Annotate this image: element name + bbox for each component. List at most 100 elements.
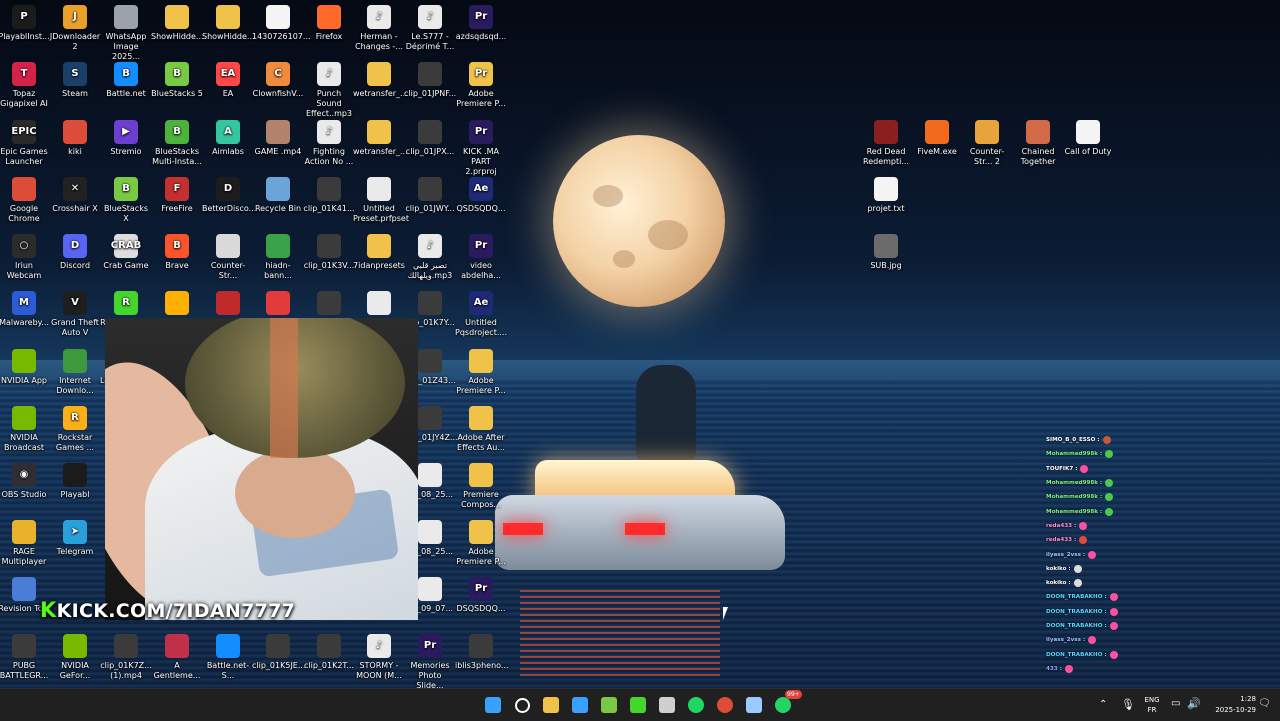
desktop-icon[interactable]: Call of Duty <box>1062 120 1114 157</box>
desktop-icon[interactable] <box>252 291 304 318</box>
desktop-icon[interactable]: ▶ Stremio <box>100 120 152 157</box>
desktop-icon[interactable]: Pr Memories Photo Slide... <box>404 634 456 691</box>
desktop-icon[interactable]: Untitled Preset.prfpset <box>353 177 409 224</box>
desktop-icon[interactable]: NVIDIA GeFor... <box>49 634 101 681</box>
chrome-icon[interactable] <box>713 693 737 717</box>
desktop-icon[interactable]: FiveM.exe <box>911 120 963 157</box>
desktop-icon[interactable]: EPIC Epic Games Launcher <box>0 120 50 167</box>
desktop-icon[interactable]: B Brave <box>151 234 203 271</box>
desktop-icon[interactable]: Battle.net-S... <box>202 634 254 681</box>
steam-icon[interactable] <box>742 693 766 717</box>
desktop-icon[interactable]: clip_01JWY... <box>404 177 456 214</box>
desktop-icon[interactable]: Firefox <box>303 5 355 42</box>
desktop-icon[interactable]: clip_01JPNF... <box>404 62 456 99</box>
desktop-icon[interactable]: SUB.jpg <box>860 234 912 271</box>
desktop-icon[interactable]: ◉ OBS Studio <box>0 463 50 500</box>
desktop-icon[interactable]: clip_01JPX... <box>404 120 456 157</box>
desktop-icon[interactable]: kiki <box>49 120 101 157</box>
desktop-icon[interactable]: B BlueStacks X <box>100 177 152 224</box>
desktop-icon[interactable]: wetransfer_... <box>353 120 408 157</box>
desktop-icon[interactable]: Ae QSDSQDQ... <box>455 177 507 214</box>
desktop-icon[interactable]: clip_01K7Z... (1).mp4 <box>100 634 152 681</box>
desktop-icon[interactable]: Ae Untitled Pqsdroject.... <box>455 291 507 338</box>
desktop-icon[interactable]: J JDownloader 2 <box>49 5 101 52</box>
desktop-icon[interactable]: Chained Together <box>1012 120 1064 167</box>
desktop-icon[interactable]: Adobe Premiere P... <box>455 520 507 567</box>
volume-icon[interactable]: 🔊 <box>1187 697 1201 710</box>
desktop-icon[interactable]: F FreeFire <box>151 177 203 214</box>
network-icon[interactable]: ▭ <box>1171 698 1180 709</box>
desktop-icon[interactable]: clip_01K5JE... <box>252 634 305 671</box>
desktop-icon[interactable]: ♪ STORMY - MOON (M... <box>353 634 405 681</box>
bluestacks-icon[interactable] <box>597 693 621 717</box>
desktop-icon[interactable]: S Steam <box>49 62 101 99</box>
desktop-icon[interactable]: wetransfer_... <box>353 62 408 99</box>
whatsapp-icon[interactable]: 99+ <box>771 690 802 717</box>
desktop-icon[interactable]: Adobe Premiere P... <box>455 349 507 396</box>
desktop-icon[interactable]: ♪ Punch Sound Effect..mp3 <box>303 62 355 119</box>
desktop-icon[interactable]: ShowHidde... <box>151 5 204 42</box>
desktop-icon[interactable]: ShowHidde... <box>202 5 255 42</box>
desktop-icon[interactable]: B Battle.net <box>100 62 152 99</box>
desktop-icon[interactable]: ♪ Herman - Changes -... <box>353 5 405 52</box>
file-explorer-icon[interactable] <box>539 693 563 717</box>
desktop-icon[interactable]: Pr azdsqdsqd... <box>455 5 507 42</box>
desktop-icon[interactable]: Pr KICK .MA PART 2.prproj <box>455 120 507 177</box>
desktop-icon[interactable]: NVIDIA App <box>0 349 50 386</box>
desktop-icon[interactable]: ➤ Telegram <box>49 520 101 557</box>
desktop-icon[interactable]: Pr Adobe Premiere P... <box>455 62 507 109</box>
desktop-icon[interactable]: A Gentleme... <box>151 634 203 681</box>
desktop-icon[interactable]: V Grand Theft Auto V <box>49 291 101 338</box>
obs-studio-icon[interactable] <box>655 693 679 717</box>
clock[interactable]: 1:28 2025-10-29 <box>1206 694 1256 716</box>
desktop-icon[interactable] <box>303 291 355 318</box>
desktop-icon[interactable]: B BlueStacks 5 <box>151 62 203 99</box>
desktop-icon[interactable]: Recycle Bin <box>252 177 304 214</box>
language-indicator[interactable]: ENG FR <box>1143 695 1161 715</box>
desktop-icon[interactable]: Playabl <box>49 463 101 500</box>
desktop-icon[interactable]: clip_01K2T... <box>303 634 355 671</box>
desktop-icon[interactable]: Counter-Str... <box>202 234 254 281</box>
desktop-icon[interactable]: R Rockstar Games ... <box>49 406 101 453</box>
search-icon[interactable] <box>510 693 534 717</box>
desktop-icon[interactable]: PUBG BATTLEGR... <box>0 634 50 681</box>
desktop-icon[interactable]: hiadn-bann... <box>252 234 304 281</box>
windows-start-icon[interactable] <box>481 693 505 717</box>
desktop-icon[interactable]: projet.txt <box>860 177 912 214</box>
desktop-icon[interactable]: GAME .mp4 <box>252 120 304 157</box>
game-launcher-icon[interactable] <box>626 693 650 717</box>
desktop-icon[interactable]: ○ Iriun Webcam <box>0 234 50 281</box>
desktop-icon[interactable]: Google Chrome <box>0 177 50 224</box>
microsoft-store-icon[interactable] <box>568 693 592 717</box>
desktop-icon[interactable]: NVIDIA Broadcast <box>0 406 50 453</box>
desktop-icon[interactable]: T Topaz Gigapixel AI <box>0 62 50 109</box>
desktop-icon[interactable]: iblis3pheno... <box>455 634 509 671</box>
desktop-icon[interactable]: Premiere Compos... <box>455 463 507 510</box>
desktop-icon[interactable]: clip_01K41... <box>303 177 355 214</box>
desktop-icon[interactable]: Pr video abdelha... <box>455 234 507 281</box>
desktop-icon[interactable]: M Malwareby... <box>0 291 50 328</box>
desktop-icon[interactable]: WhatsApp Image 2025... <box>100 5 152 62</box>
desktop-icon[interactable] <box>202 291 254 318</box>
show-hidden-icons-chevron-icon[interactable]: ⌃ <box>1099 699 1107 710</box>
desktop-icon[interactable]: 7idanpresets <box>353 234 405 271</box>
desktop-icon[interactable]: D Discord <box>49 234 101 271</box>
desktop-icon[interactable]: C ClownfishV... <box>252 62 304 99</box>
desktop-icon[interactable]: P PlayablInst... <box>0 5 50 42</box>
desktop-icon[interactable]: EA EA <box>202 62 254 99</box>
desktop-icon[interactable] <box>353 291 405 318</box>
desktop-icon[interactable]: ♪ تصبر قلبي ويلهالك.mp3 <box>404 234 456 281</box>
desktop-icon[interactable]: ✕ Crosshair X <box>49 177 101 214</box>
desktop-icon[interactable]: B BlueStacks Multi-Insta... <box>151 120 203 167</box>
desktop-icon[interactable]: Pr DSQSDQQ... <box>455 577 507 614</box>
notification-icon[interactable]: 🗨 <box>1258 698 1271 709</box>
desktop-icon[interactable]: RAGE Multiplayer <box>0 520 50 567</box>
desktop-icon[interactable]: clip_01K3V... <box>303 234 355 271</box>
desktop-icon[interactable]: ♪ Le.S777 - Déprimé T... <box>404 5 456 52</box>
desktop-icon[interactable]: D BetterDisco... <box>202 177 256 214</box>
desktop-icon[interactable]: Counter-Str... 2 <box>961 120 1013 167</box>
desktop-icon[interactable]: CRAB Crab Game <box>100 234 152 271</box>
desktop-icon[interactable]: Adobe After Effects Au... <box>455 406 507 453</box>
desktop-icon[interactable]: 1430726107... <box>252 5 311 42</box>
microphone-icon[interactable]: 🎙 <box>1121 698 1135 711</box>
